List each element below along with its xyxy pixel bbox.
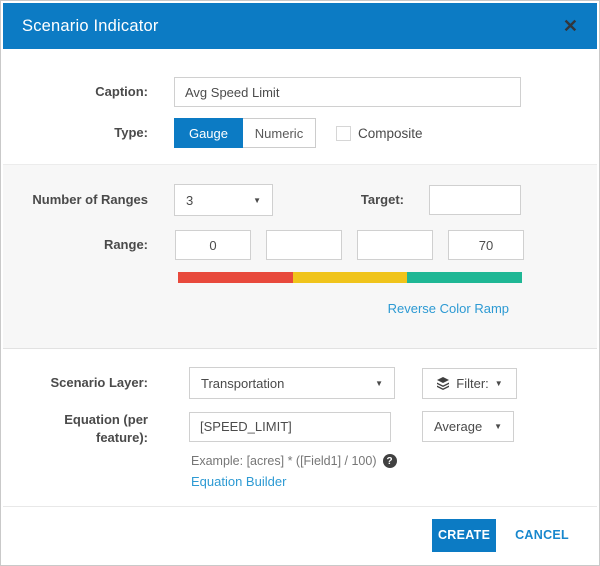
close-icon[interactable]: ✕ — [563, 17, 578, 35]
composite-checkbox[interactable] — [336, 126, 351, 141]
chevron-down-icon: ▼ — [495, 379, 503, 388]
aggregate-select[interactable]: Average ▼ — [422, 411, 514, 442]
color-ramp-green-segment — [407, 272, 522, 283]
scenario-indicator-dialog: Scenario Indicator ✕ Caption: Type: Gaug… — [0, 0, 600, 566]
range-label: Range: — [3, 236, 174, 254]
create-button[interactable]: CREATE — [432, 519, 496, 552]
dialog-header: Scenario Indicator ✕ — [3, 3, 597, 49]
range-input-2[interactable] — [266, 230, 342, 260]
ranges-section: Number of Ranges 3 ▼ Target: Range: — [3, 164, 597, 349]
dialog-title: Scenario Indicator — [22, 17, 159, 36]
type-row: Type: Gauge Numeric Composite — [3, 118, 597, 148]
color-ramp-red-segment — [178, 272, 293, 283]
chevron-down-icon: ▼ — [253, 196, 261, 205]
color-ramp — [178, 272, 522, 283]
number-of-ranges-select[interactable]: 3 ▼ — [174, 184, 273, 216]
cancel-button[interactable]: CANCEL — [515, 528, 569, 542]
scenario-layer-value: Transportation — [201, 376, 284, 391]
color-ramp-yellow-segment — [293, 272, 408, 283]
scenario-layer-select[interactable]: Transportation ▼ — [189, 367, 395, 399]
composite-label: Composite — [358, 126, 423, 141]
scenario-layer-label: Scenario Layer: — [3, 374, 174, 392]
equation-example-text: Example: [acres] * ([Field1] / 100) — [191, 454, 377, 468]
general-section: Caption: Type: Gauge Numeric Composite N… — [3, 49, 597, 491]
type-option-gauge[interactable]: Gauge — [174, 118, 243, 148]
range-row: Range: — [3, 230, 597, 260]
reverse-color-ramp-row: Reverse Color Ramp — [3, 300, 597, 318]
range-input-3[interactable] — [357, 230, 433, 260]
aggregate-value: Average — [434, 419, 482, 434]
layer-equation-section: Scenario Layer: Transportation ▼ — [3, 349, 597, 491]
help-icon[interactable]: ? — [383, 454, 397, 468]
layers-icon — [436, 376, 450, 390]
dialog-footer: CREATE CANCEL — [3, 506, 597, 563]
equation-label: Equation (per feature): — [3, 411, 174, 447]
type-option-numeric[interactable]: Numeric — [243, 118, 316, 148]
type-segmented-control: Gauge Numeric — [174, 118, 316, 148]
equation-row: Equation (per feature): Average ▼ — [3, 411, 597, 447]
number-of-ranges-value: 3 — [186, 193, 193, 208]
equation-input[interactable] — [189, 412, 391, 442]
number-of-ranges-row: Number of Ranges 3 ▼ Target: — [3, 184, 597, 216]
scenario-layer-row: Scenario Layer: Transportation ▼ — [3, 367, 597, 399]
target-label: Target: — [361, 191, 429, 209]
range-inputs — [175, 230, 524, 260]
filter-button[interactable]: Filter: ▼ — [422, 368, 517, 399]
equation-example-row: Example: [acres] * ([Field1] / 100) ? — [191, 454, 597, 468]
chevron-down-icon: ▼ — [494, 422, 502, 431]
caption-label: Caption: — [3, 83, 174, 101]
range-input-4[interactable] — [448, 230, 524, 260]
caption-row: Caption: — [3, 77, 597, 107]
filter-label: Filter: — [456, 376, 489, 391]
reverse-color-ramp-link[interactable]: Reverse Color Ramp — [388, 301, 509, 316]
composite-checkbox-group[interactable]: Composite — [336, 126, 423, 141]
type-label: Type: — [3, 124, 174, 142]
equation-builder-row: Equation Builder — [191, 473, 597, 491]
number-of-ranges-label: Number of Ranges — [3, 191, 174, 209]
chevron-down-icon: ▼ — [375, 379, 383, 388]
scenario-layer-fields: Transportation ▼ Filter: ▼ — [189, 367, 517, 399]
range-input-1[interactable] — [175, 230, 251, 260]
equation-builder-link[interactable]: Equation Builder — [191, 474, 286, 489]
equation-fields: Average ▼ — [189, 411, 514, 442]
target-group: Target: — [361, 185, 521, 215]
caption-input[interactable] — [174, 77, 521, 107]
target-input[interactable] — [429, 185, 521, 215]
